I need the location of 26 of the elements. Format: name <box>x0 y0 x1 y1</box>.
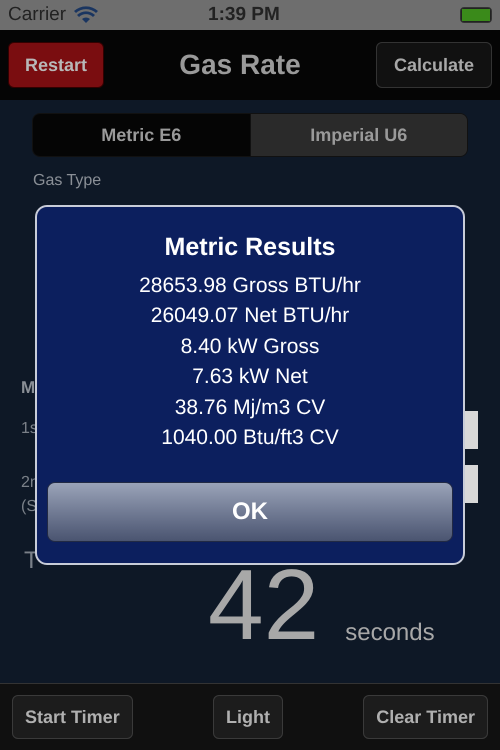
reading-field[interactable] <box>465 411 478 449</box>
timer-value: 42 <box>208 555 320 655</box>
reading-field[interactable] <box>465 465 478 503</box>
result-line: 38.76 Mj/m3 CV <box>174 394 326 420</box>
restart-button[interactable]: Restart <box>8 42 104 88</box>
result-line: 7.63 kW Net <box>192 364 308 390</box>
timer-unit: seconds <box>345 618 435 648</box>
battery-icon <box>460 7 492 23</box>
result-line: 26049.07 Net BTU/hr <box>150 303 350 329</box>
segment-tab[interactable]: Metric E6 <box>33 114 250 156</box>
clock-time: 1:39 PM <box>208 2 280 27</box>
gas-type-label: Gas Type <box>33 171 102 191</box>
dialog-title: Metric Results <box>164 232 336 263</box>
segment-tab[interactable]: Imperial U6 <box>250 114 467 156</box>
carrier-name: Carrier <box>8 2 66 27</box>
toolbar-button[interactable]: Clear Timer <box>363 695 488 739</box>
nav-title: Gas Rate <box>179 48 301 82</box>
section-heading: M <box>21 377 36 395</box>
result-line: 28653.98 Gross BTU/hr <box>139 272 361 298</box>
ok-button[interactable]: OK <box>47 482 453 542</box>
toolbar-button[interactable]: Light <box>213 695 283 739</box>
result-line: 1040.00 Btu/ft3 CV <box>161 425 339 451</box>
result-line: 8.40 kW Gross <box>180 334 320 360</box>
calculate-button[interactable]: Calculate <box>376 42 492 88</box>
toolbar-button[interactable]: Start Timer <box>12 695 133 739</box>
wifi-icon <box>74 6 98 24</box>
